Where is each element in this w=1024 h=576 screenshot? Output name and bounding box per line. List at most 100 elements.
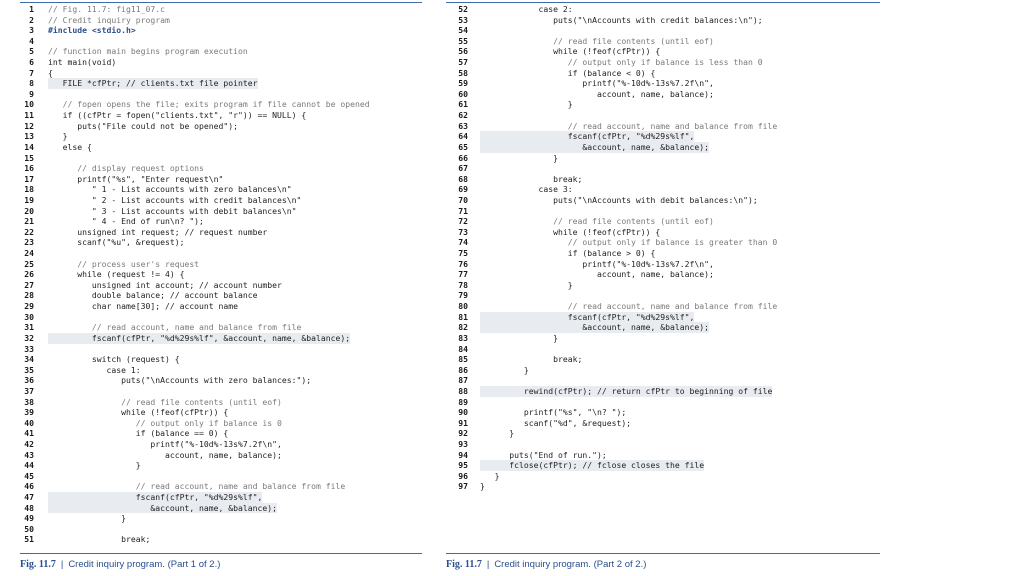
code-text: puts("\nAccounts with debit balances:\n"… <box>480 194 758 205</box>
code-line: 97} <box>446 481 880 492</box>
line-number: 94 <box>458 449 468 460</box>
code-line: 32 fscanf(cfPtr, "%d%29s%lf", &account, … <box>20 332 422 344</box>
code-line: 83 } <box>446 333 880 344</box>
code-text: while (!feof(cfPtr)) { <box>480 46 661 57</box>
code-line: 55 // read file contents (until eof) <box>446 36 880 47</box>
code-text: unsigned int request; // request number <box>48 226 268 237</box>
code-line: 14 else { <box>20 142 422 153</box>
code-text: double balance; // account balance <box>48 290 258 301</box>
line-number: 90 <box>458 407 468 418</box>
code-line: 47 fscanf(cfPtr, "%d%29s%lf", <box>20 492 422 503</box>
code-line: 43 account, name, balance); <box>20 450 422 461</box>
line-number: 97 <box>458 481 468 492</box>
top-rule <box>446 2 880 3</box>
line-number: 41 <box>24 428 34 439</box>
line-number: 70 <box>458 194 468 205</box>
code-line: 17 printf("%s", "Enter request\n" <box>20 174 422 185</box>
code-text: // display request options <box>48 163 204 174</box>
line-number: 62 <box>458 110 468 121</box>
line-number: 28 <box>24 290 34 301</box>
line-number: 95 <box>458 460 468 471</box>
line-number: 74 <box>458 237 468 248</box>
code-line: 50 <box>20 524 422 535</box>
line-number: 93 <box>458 438 468 449</box>
code-line: 10 // fopen opens the file; exits progra… <box>20 99 422 110</box>
line-number: 39 <box>24 407 34 418</box>
line-number: 35 <box>24 364 34 375</box>
code-text: if (balance > 0) { <box>480 248 656 259</box>
code-line: 24 <box>20 248 422 259</box>
code-line: 38 // read file contents (until eof) <box>20 397 422 408</box>
code-line: 48 &account, name, &balance); <box>20 502 422 514</box>
code-line: 6 int main(void) <box>20 57 422 68</box>
code-line: 76 printf("%-10d%-13s%7.2f\n", <box>446 259 880 270</box>
code-line: 27 unsigned int account; // account numb… <box>20 280 422 291</box>
code-text: } <box>480 332 558 343</box>
code-line: 95 fclose(cfPtr); // fclose closes the f… <box>446 460 880 471</box>
code-line: 5 // function main begins program executi… <box>20 46 422 57</box>
code-line: 9 <box>20 89 422 100</box>
line-number: 30 <box>24 311 34 322</box>
line-number: 96 <box>458 470 468 481</box>
line-number: 67 <box>458 163 468 174</box>
code-line: 18 " 1 - List accounts with zero balance… <box>20 184 422 195</box>
line-number: 11 <box>24 110 34 121</box>
code-line: 51 break; <box>20 534 422 545</box>
line-number: 32 <box>24 332 34 343</box>
code-text: fscanf(cfPtr, "%d%29s%lf", <box>480 311 695 323</box>
code-line: 94 puts("End of run."); <box>446 450 880 461</box>
code-text: // read file contents (until eof) <box>48 396 282 407</box>
line-number: 24 <box>24 248 34 259</box>
code-text: &account, name, &balance); <box>480 141 710 153</box>
code-line: 96 } <box>446 471 880 482</box>
line-number: 83 <box>458 332 468 343</box>
figure-number: Fig. 11.7 <box>20 559 56 570</box>
line-number: 65 <box>458 141 468 152</box>
code-text: // read file contents (until eof) <box>480 35 714 46</box>
code-line: 79 <box>446 290 880 301</box>
code-lines: 1 // Fig. 11.7: fig11_07.c 2 // Credit inqu… <box>20 4 422 545</box>
line-number: 80 <box>458 301 468 312</box>
line-number: 73 <box>458 226 468 237</box>
code-text: printf("%s", "\n? "); <box>480 407 627 418</box>
code-text: printf("%s", "Enter request\n" <box>48 173 224 184</box>
caption-separator: | <box>486 559 490 570</box>
line-number: 52 <box>458 4 468 14</box>
code-text: // fopen opens the file; exits program i… <box>48 99 370 110</box>
code-line: 64 fscanf(cfPtr, "%d%29s%lf", <box>446 131 880 142</box>
line-number: 37 <box>24 385 34 396</box>
code-line: 42 printf("%-10d%-13s%7.2f\n", <box>20 439 422 450</box>
code-text: fscanf(cfPtr, "%d%29s%lf", <box>480 131 695 142</box>
code-line: 37 <box>20 386 422 397</box>
code-line: 44 } <box>20 460 422 471</box>
code-line: 73 while (!feof(cfPtr)) { <box>446 227 880 238</box>
code-text: char name[30]; // account name <box>48 301 239 312</box>
code-line: 72 // read file contents (until eof) <box>446 216 880 227</box>
code-text: &account, name, &balance); <box>480 322 710 333</box>
line-number: 71 <box>458 205 468 216</box>
line-number: 2 <box>29 14 34 25</box>
line-number: 60 <box>458 88 468 99</box>
line-number: 43 <box>24 449 34 460</box>
code-line: 12 puts("File could not be opened"); <box>20 121 422 132</box>
code-text: // read account, name and balance from f… <box>48 322 302 333</box>
code-line: 84 <box>446 344 880 355</box>
line-number: 15 <box>24 152 34 163</box>
line-number: 36 <box>24 375 34 386</box>
code-line: 19 " 2 - List accounts with credit balan… <box>20 195 422 206</box>
code-text: } <box>480 481 485 492</box>
code-text: printf("%-10d%-13s%7.2f\n", <box>48 438 282 449</box>
line-number: 81 <box>458 311 468 322</box>
code-line: 74 // output only if balance is greater … <box>446 237 880 248</box>
code-line: 20 " 3 - List accounts with debit balanc… <box>20 206 422 217</box>
code-line: 58 if (balance < 0) { <box>446 68 880 79</box>
line-number: 20 <box>24 205 34 216</box>
code-text: else { <box>48 141 92 152</box>
line-number: 54 <box>458 25 468 36</box>
code-text: break; <box>480 354 583 365</box>
code-text: { <box>48 67 53 78</box>
line-number: 47 <box>24 492 34 503</box>
code-line: 11 if ((cfPtr = fopen("clients.txt", "r"… <box>20 110 422 121</box>
code-line: 71 <box>446 206 880 217</box>
code-text: // output only if balance is less than 0 <box>480 57 763 68</box>
